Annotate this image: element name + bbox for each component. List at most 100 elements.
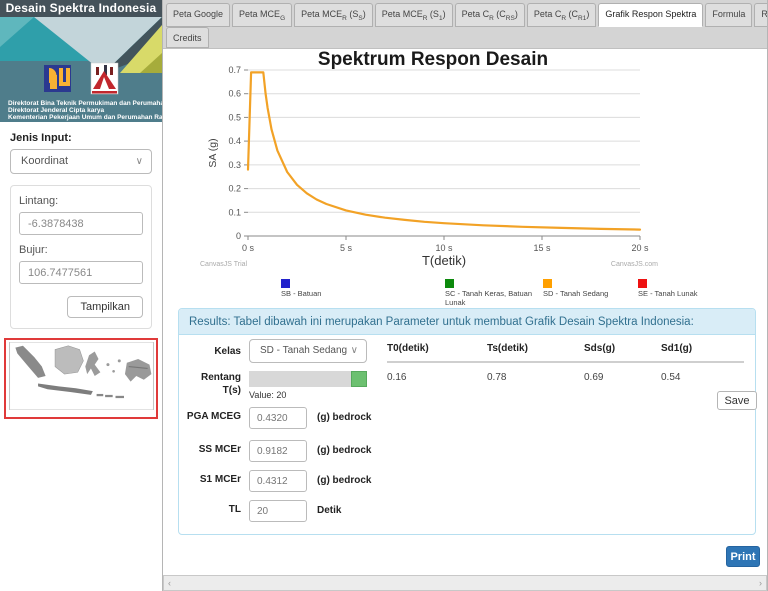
app-window: Desain Spektra Indonesia Direktorat Bina…: [0, 0, 768, 591]
tab-peta-mce-g[interactable]: Peta MCEG: [232, 3, 293, 27]
svg-text:0.7: 0.7: [228, 65, 241, 75]
tab-content: Spektrum Respon Desain 0 0.1 0.2 0.3 0.4 0.5 0…: [163, 49, 767, 575]
pu-logo: [44, 65, 71, 92]
jenis-input-label: Jenis Input:: [10, 132, 72, 144]
main-panel: Peta Google Peta MCEG Peta MCER (SS) Peta M…: [163, 0, 768, 591]
tab-row-2: Credits: [166, 27, 211, 48]
slider-value: Value: 20: [249, 390, 287, 400]
svg-text:5 s: 5 s: [340, 243, 353, 253]
pga-mceg-unit: (g) bedrock: [317, 412, 372, 423]
jenis-input-select[interactable]: Koordinat ∨: [10, 149, 152, 174]
ss-mcer-input[interactable]: [249, 440, 307, 462]
table-header-cell: Sd1(g): [661, 337, 744, 363]
tl-label: TL: [228, 504, 241, 515]
spectrum-chart: 0 0.1 0.2 0.3 0.4 0.5 0.6 0.7 0 s 5 s 10 s 15 s 20 s…: [200, 62, 670, 279]
table-value-cell: 0.54: [661, 372, 681, 383]
tab-peta-google[interactable]: Peta Google: [166, 3, 231, 27]
table-value-cell: 0.69: [584, 372, 604, 383]
svg-text:0.1: 0.1: [228, 207, 241, 217]
kelas-value: SD - Tanah Sedang: [260, 345, 348, 356]
chart-legend: SB - Batuan SC - Tanah Keras, Batuan Luna…: [163, 279, 767, 306]
pga-mceg-label: PGA MCEG: [186, 411, 241, 422]
legend-swatch-icon: [281, 279, 290, 288]
rentang-slider[interactable]: [249, 371, 367, 387]
agency-banner: Direktorat Bina Teknik Permukiman dan Pe…: [0, 17, 162, 122]
indonesia-map-graphic: [9, 341, 154, 411]
svg-text:0 s: 0 s: [242, 243, 255, 253]
spectrum-chart-svg: 0 0.1 0.2 0.3 0.4 0.5 0.6 0.7 0 s 5 s 10 s 15 s 20 s…: [200, 65, 658, 268]
scroll-right-icon[interactable]: ›: [759, 577, 762, 590]
legend-item[interactable]: SE - Tanah Lunak: [638, 279, 758, 299]
svg-text:0.2: 0.2: [228, 184, 241, 194]
table-header-cell: Ts(detik): [487, 337, 584, 363]
lintang-label: Lintang:: [19, 195, 59, 207]
chevron-down-icon: ∨: [135, 156, 143, 167]
tab-grafik-respon-spektra[interactable]: Grafik Respon Spektra: [598, 3, 704, 27]
s1-mcer-unit: (g) bedrock: [317, 475, 372, 486]
bujur-label: Bujur:: [19, 244, 48, 256]
legend-swatch-icon: [445, 279, 454, 288]
parameter-table: T0(detik) Ts(detik) Sds(g) Sd1(g) 0.16 0.78 0.…: [387, 337, 744, 383]
lintang-input[interactable]: [19, 212, 143, 235]
slider-handle[interactable]: [351, 371, 367, 387]
coordinate-box: Lintang: Bujur: Tampilkan: [10, 185, 152, 329]
app-title: Desain Spektra Indonesia: [0, 0, 162, 17]
bujur-input[interactable]: [19, 261, 143, 284]
table-value-cell: 0.16: [387, 372, 407, 383]
tl-unit: Detik: [317, 505, 342, 516]
svg-text:0: 0: [236, 231, 241, 241]
svg-text:10 s: 10 s: [435, 243, 453, 253]
table-value-cell: 0.78: [487, 372, 507, 383]
banner-text-line: Kementerian Pekerjaan Umum dan Perumahan…: [8, 114, 162, 121]
sidebar: Desain Spektra Indonesia Direktorat Bina…: [0, 0, 163, 591]
tab-formula[interactable]: Formula: [705, 3, 753, 27]
horizontal-scrollbar[interactable]: ‹ ›: [163, 575, 767, 591]
jenis-input-value: Koordinat: [21, 155, 69, 167]
x-axis-label: T(detik): [422, 253, 466, 268]
legend-label: SE - Tanah Lunak: [638, 289, 698, 298]
sd-spectrum-curve: [246, 71, 642, 231]
results-header: Results: Tabel dibawah ini merupakan Par…: [179, 309, 755, 335]
table-header-cell: Sds(g): [584, 337, 661, 363]
legend-label: SC - Tanah Keras, Batuan Lunak: [445, 289, 532, 307]
ss-mcer-label: SS MCEr: [198, 444, 241, 455]
kelas-select[interactable]: SD - Tanah Sedang ∨: [249, 339, 367, 363]
tab-strip: Peta Google Peta MCEG Peta MCER (SS) Peta M…: [163, 0, 767, 49]
svg-text:0.4: 0.4: [228, 136, 241, 146]
legend-item[interactable]: SB - Batuan: [281, 279, 441, 299]
tab-resource[interactable]: Resource: [754, 3, 767, 27]
tab-peta-cr-crs[interactable]: Peta CR (CRS): [454, 3, 525, 27]
table-header-cell: T0(detik): [387, 337, 487, 363]
svg-text:15 s: 15 s: [533, 243, 551, 253]
s1-mcer-label: S1 MCEr: [199, 474, 241, 485]
banner-text-line: Direktorat Jenderal Cipta karya: [8, 107, 105, 114]
tab-peta-cr-cr1[interactable]: Peta CR (CR1): [526, 3, 597, 27]
pusgen-logo: [90, 62, 119, 95]
pga-mceg-input[interactable]: [249, 407, 307, 429]
watermark-right[interactable]: CanvasJS.com: [611, 261, 658, 268]
y-axis-label: SA (g): [207, 138, 219, 167]
indonesia-map-thumbnail[interactable]: [4, 338, 158, 419]
legend-swatch-icon: [638, 279, 647, 288]
save-button[interactable]: Save: [717, 391, 757, 410]
tab-row-1: Peta Google Peta MCEG Peta MCER (SS) Peta M…: [166, 3, 767, 27]
watermark-left: CanvasJS Trial: [200, 261, 248, 268]
svg-text:0.5: 0.5: [228, 112, 241, 122]
tab-credits[interactable]: Credits: [166, 27, 209, 48]
scroll-left-icon[interactable]: ‹: [168, 577, 171, 590]
legend-swatch-icon: [543, 279, 552, 288]
banner-text-line: Direktorat Bina Teknik Permukiman dan Pe…: [8, 100, 162, 107]
s1-mcer-input[interactable]: [249, 470, 307, 492]
print-button[interactable]: Print: [726, 546, 760, 567]
svg-text:0.3: 0.3: [228, 160, 241, 170]
tab-peta-mce-r-s1[interactable]: Peta MCER (S1): [374, 3, 453, 27]
results-panel: Results: Tabel dibawah ini merupakan Par…: [178, 308, 757, 535]
chevron-down-icon: ∨: [350, 345, 358, 356]
svg-text:0.6: 0.6: [228, 89, 241, 99]
svg-text:20 s: 20 s: [631, 243, 649, 253]
tl-input[interactable]: [249, 500, 307, 522]
legend-label: SB - Batuan: [281, 289, 322, 298]
legend-item[interactable]: SC - Tanah Keras, Batuan Lunak: [445, 279, 550, 307]
tab-peta-mce-r-ss[interactable]: Peta MCER (SS): [294, 3, 373, 27]
tampilkan-button[interactable]: Tampilkan: [67, 296, 143, 318]
